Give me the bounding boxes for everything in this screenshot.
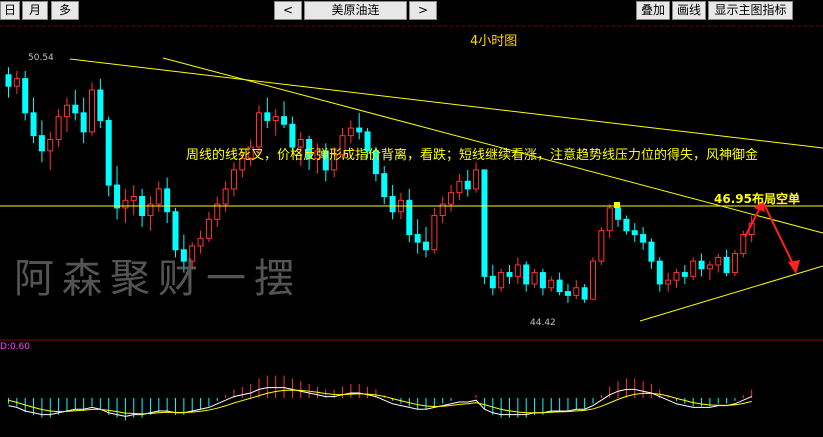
candle-body	[289, 123, 296, 148]
analysis-commentary: 周线的线死叉，价格反弹形成指价背离，看跌；短线继续看涨，注意趋势线压力位的得失，…	[186, 148, 759, 163]
candle-body	[631, 230, 638, 236]
candle-body	[130, 196, 137, 201]
candle-body	[706, 264, 713, 270]
candle-body	[22, 78, 29, 114]
candle-body	[114, 184, 121, 209]
candle-body	[464, 180, 471, 190]
candle-body	[172, 211, 179, 251]
candle-body	[381, 173, 388, 198]
candle-body	[205, 218, 212, 239]
candle-body	[347, 127, 354, 137]
candle-body	[673, 272, 680, 281]
candle-body	[356, 127, 363, 133]
candle-body	[473, 169, 480, 190]
candle-body	[506, 272, 513, 277]
candle-body	[55, 116, 62, 140]
chart-toolbar: 日 月 多 < 美原油连 > 叠加 画线 显示主图指标	[0, 0, 823, 22]
draw-line-button[interactable]: 画线	[672, 1, 706, 20]
candle-body	[389, 196, 396, 213]
candle-body	[155, 188, 162, 205]
candle-body	[731, 253, 738, 274]
trendline-support	[639, 265, 823, 322]
candle-body	[272, 116, 279, 121]
candle-body	[13, 78, 20, 87]
candle-body	[456, 180, 463, 194]
show-indicators-button[interactable]: 显示主图指标	[708, 1, 793, 20]
candle-body	[97, 89, 104, 121]
candle-body	[498, 272, 505, 289]
candle-body	[80, 112, 87, 133]
watermark-text: 阿森聚财一摆	[14, 256, 302, 302]
candle-body	[5, 74, 12, 87]
candle-body	[573, 287, 580, 296]
candle-body	[72, 104, 79, 114]
candle-body	[423, 241, 429, 251]
candle-body	[431, 215, 438, 251]
candle-body	[539, 272, 546, 289]
candle-body	[564, 291, 571, 296]
period-more-button[interactable]: 多	[51, 1, 79, 20]
period-month-button[interactable]: 月	[22, 1, 48, 20]
macd-value-label: D:0.60	[0, 342, 31, 352]
low-price-label: 44.42	[530, 318, 556, 328]
candle-body	[197, 237, 204, 247]
candle-body	[514, 264, 521, 277]
candle-body	[698, 260, 705, 270]
candle-body	[523, 264, 530, 285]
candle-body	[556, 279, 563, 293]
candle-body	[548, 279, 555, 289]
prev-symbol-button[interactable]: <	[274, 1, 302, 20]
candle-body	[30, 112, 37, 137]
candle-body	[122, 199, 129, 209]
candle-body	[740, 234, 747, 255]
candle-body	[598, 230, 605, 262]
candle-body	[448, 192, 455, 205]
next-symbol-button[interactable]: >	[409, 1, 437, 20]
candle-body	[222, 188, 229, 205]
candle-body	[723, 256, 730, 274]
arrow-head-down	[788, 260, 800, 274]
macd-layer	[8, 375, 753, 421]
candle-body	[715, 256, 722, 266]
candle-body	[690, 260, 697, 277]
overlay-button[interactable]: 叠加	[636, 1, 670, 20]
period-day-button[interactable]: 日	[0, 1, 20, 20]
candle-body	[581, 287, 588, 300]
candle-body	[615, 207, 622, 220]
candle-body	[105, 119, 112, 186]
candle-body	[230, 169, 237, 190]
candle-body	[406, 199, 413, 236]
macd-dea-line	[8, 389, 752, 415]
high-price-label: 50.54	[28, 53, 54, 63]
candle-body	[489, 275, 496, 289]
candle-body	[481, 169, 488, 277]
short-entry-callout: 46.95布局空单	[714, 192, 800, 206]
candle-body	[256, 112, 262, 148]
candle-body	[38, 135, 45, 152]
candle-body	[640, 234, 647, 243]
candle-body	[89, 89, 95, 133]
candle-body	[531, 272, 538, 285]
symbol-selector[interactable]: 美原油连	[304, 1, 407, 20]
candle-body	[281, 116, 288, 125]
candle-body	[656, 260, 663, 285]
candle-body	[164, 188, 171, 213]
candle-body	[665, 279, 672, 285]
kline-chart[interactable]	[0, 22, 823, 433]
arrow-down-segment	[762, 201, 797, 271]
trendline-upper-long	[69, 58, 823, 149]
candle-body	[590, 260, 596, 300]
candle-body	[63, 104, 70, 118]
level-marker	[614, 202, 620, 209]
candle-body	[681, 272, 688, 277]
candle-body	[264, 112, 271, 121]
chart-svg	[0, 25, 823, 421]
candle-body	[623, 218, 630, 232]
candle-body	[47, 138, 54, 152]
candle-body	[414, 234, 421, 243]
candle-body	[606, 207, 613, 232]
period-title: 4小时图	[470, 34, 518, 49]
candle-body	[648, 241, 655, 262]
